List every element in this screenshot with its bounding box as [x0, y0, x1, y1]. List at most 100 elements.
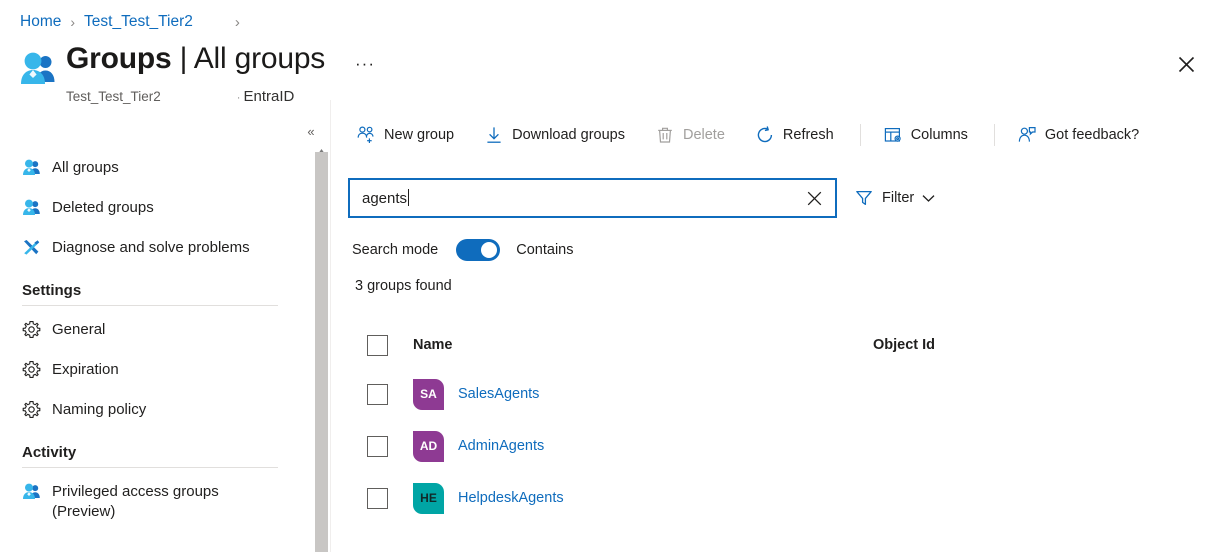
close-icon — [1178, 56, 1194, 72]
sidebar-item-general[interactable]: General — [0, 310, 300, 350]
add-group-icon — [356, 125, 376, 145]
download-icon — [484, 125, 504, 145]
page-title-secondary: All groups — [193, 42, 326, 75]
feedback-person-icon — [1017, 125, 1037, 145]
columns-label: Columns — [910, 127, 968, 143]
scroll-up-arrow-icon[interactable] — [317, 142, 326, 154]
page-title-divider: | — [171, 42, 194, 75]
groups-people-icon — [22, 158, 41, 177]
select-all-cell — [355, 334, 413, 356]
sidebar-item-diagnose[interactable]: Diagnose and solve problems — [0, 228, 300, 268]
sidebar-item-privileged-access-groups[interactable]: Privileged access groups (Preview) — [0, 472, 300, 520]
search-mode-label: Search mode — [352, 242, 439, 258]
sidebar-item-label: General — [52, 321, 106, 338]
page-subtitle: Test_Test_Tier2 · EntraID — [66, 88, 378, 105]
groups-table: Name Object Id SA SalesAgents AD AdminAg… — [355, 322, 1185, 524]
new-group-button[interactable]: New group — [350, 119, 464, 151]
sidebar-item-label: Expiration — [52, 361, 119, 378]
breadcrumb-separator: › — [70, 14, 76, 30]
text-caret — [408, 189, 410, 206]
more-options-button[interactable]: ··· — [352, 50, 378, 76]
row-name-cell: AD AdminAgents — [413, 430, 873, 462]
gear-icon — [22, 400, 41, 419]
sidebar-item-label: Naming policy — [52, 401, 147, 418]
page-subtitle-scope: Test_Test_Tier2 — [66, 89, 161, 104]
delete-label: Delete — [682, 127, 725, 143]
search-input-value: agents — [362, 189, 803, 207]
row-select-cell — [355, 383, 413, 405]
row-checkbox[interactable] — [367, 435, 388, 457]
clear-search-button[interactable] — [803, 187, 825, 209]
sidebar-item-naming-policy[interactable]: Naming policy — [0, 390, 300, 430]
row-select-cell — [355, 487, 413, 509]
search-mode-toggle[interactable] — [456, 239, 501, 261]
command-separator — [993, 124, 995, 146]
search-mode-row: Search mode Contains — [352, 238, 573, 262]
groups-people-icon — [18, 49, 60, 89]
column-header-name-label: Name — [413, 337, 453, 353]
got-feedback-label: Got feedback? — [1044, 127, 1140, 143]
results-count: 3 groups found — [355, 278, 452, 294]
groups-people-icon — [22, 198, 41, 217]
refresh-label: Refresh — [782, 127, 834, 143]
columns-button[interactable]: Columns — [877, 119, 978, 151]
sidebar-item-deleted-groups[interactable]: Deleted groups — [0, 188, 300, 228]
breadcrumb-item-home[interactable]: Home — [20, 13, 61, 31]
avatar: SA — [413, 378, 444, 410]
group-name-link[interactable]: HelpdeskAgents — [458, 490, 564, 506]
sidebar-scrollbar[interactable] — [314, 112, 329, 552]
sidebar-section-divider — [22, 305, 278, 306]
breadcrumb-separator-trailing: › — [234, 13, 240, 31]
toggle-knob — [481, 242, 498, 258]
delete-button: Delete — [649, 119, 735, 151]
sidebar-item-label: Deleted groups — [52, 199, 154, 216]
row-checkbox[interactable] — [367, 487, 388, 509]
search-input[interactable]: agents — [348, 178, 837, 218]
breadcrumb-item-tenant[interactable]: Test_Test_Tier2 — [84, 13, 193, 31]
sidebar-section-settings-title: Settings — [22, 282, 82, 299]
command-bar: New group Download groups Delete Refresh… — [350, 118, 1163, 152]
sidebar-item-all-groups[interactable]: All groups — [0, 148, 300, 188]
groups-people-icon — [22, 482, 41, 501]
trash-icon — [655, 125, 675, 145]
refresh-icon — [755, 125, 775, 145]
close-blade-button[interactable] — [1170, 48, 1202, 80]
new-group-label: New group — [384, 127, 455, 143]
filter-button[interactable]: Filter — [855, 182, 935, 214]
refresh-button[interactable]: Refresh — [749, 119, 844, 151]
row-name-cell: HE HelpdeskAgents — [413, 482, 873, 514]
column-header-object-id-label: Object Id — [873, 337, 936, 353]
sidebar-section-divider — [22, 467, 278, 468]
table-row[interactable]: SA SalesAgents — [355, 368, 1185, 420]
sidebar-item-label: Diagnose and solve problems — [52, 239, 250, 256]
table-row[interactable]: HE HelpdeskAgents — [355, 472, 1185, 524]
breadcrumb: Home › Test_Test_Tier2 › — [20, 12, 249, 32]
row-checkbox[interactable] — [367, 383, 388, 405]
page-header: Groups | All groups Test_Test_Tier2 · En… — [18, 40, 378, 105]
sidebar-item-expiration[interactable]: Expiration — [0, 350, 300, 390]
group-name-link[interactable]: SalesAgents — [458, 386, 539, 402]
filter-funnel-icon — [855, 189, 873, 207]
filter-label: Filter — [882, 190, 915, 206]
got-feedback-button[interactable]: Got feedback? — [1011, 119, 1149, 151]
group-name-link[interactable]: AdminAgents — [458, 438, 544, 454]
select-all-checkbox[interactable] — [367, 334, 388, 356]
diagnose-tools-icon — [22, 238, 41, 257]
column-header-object-id[interactable]: Object Id — [873, 337, 1185, 353]
page-subtitle-dot: · — [236, 92, 241, 104]
table-header-row: Name Object Id — [355, 322, 1185, 368]
avatar: HE — [413, 482, 444, 514]
sidebar-section-activity-title: Activity — [22, 444, 77, 461]
chevron-down-icon — [922, 194, 935, 203]
search-text: agents — [362, 190, 408, 207]
panel-divider — [330, 100, 331, 552]
sidebar-item-label: Privileged access groups (Preview) — [52, 483, 219, 520]
row-name-cell: SA SalesAgents — [413, 378, 873, 410]
download-groups-button[interactable]: Download groups — [478, 119, 635, 151]
avatar: AD — [413, 430, 444, 462]
table-row[interactable]: AD AdminAgents — [355, 420, 1185, 472]
sidebar-scrollbar-thumb[interactable] — [315, 152, 328, 552]
column-header-name[interactable]: Name — [413, 337, 873, 353]
page-title: Groups | All groups — [66, 40, 325, 78]
download-groups-label: Download groups — [512, 127, 625, 143]
